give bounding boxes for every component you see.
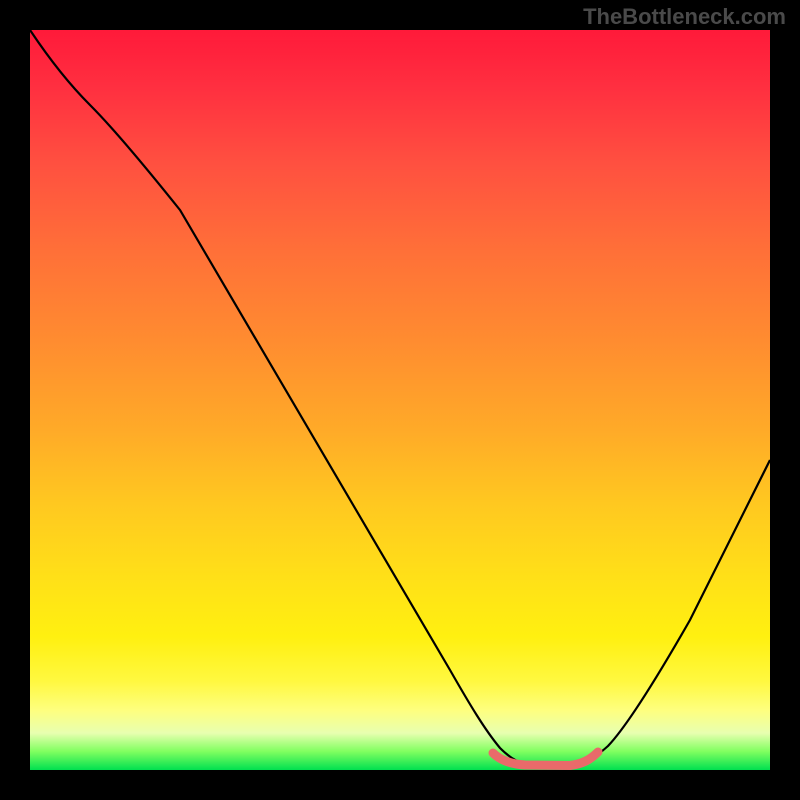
chart-area bbox=[30, 30, 770, 770]
bottleneck-curve-line bbox=[30, 30, 770, 765]
optimal-zone-marker bbox=[493, 752, 598, 766]
watermark-text: TheBottleneck.com bbox=[583, 4, 786, 30]
curve-svg bbox=[30, 30, 770, 770]
